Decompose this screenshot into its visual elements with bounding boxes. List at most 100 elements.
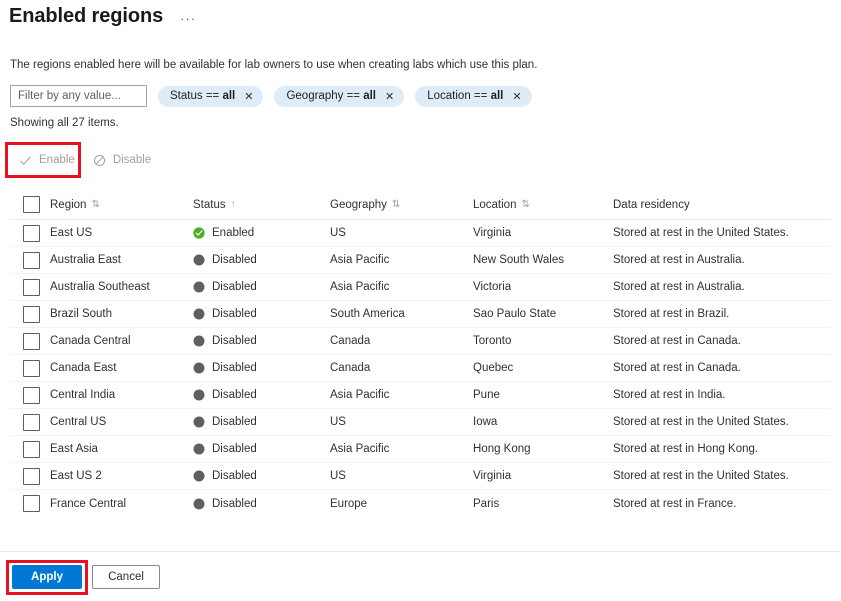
status-badge: Disabled — [212, 498, 257, 510]
row-select-cell — [10, 252, 50, 269]
table-row[interactable]: Central USDisabledUSIowaStored at rest i… — [10, 409, 831, 436]
cell-location: Paris — [473, 498, 613, 510]
cell-location: Quebec — [473, 362, 613, 374]
checkmark-icon — [19, 154, 32, 167]
cell-geography: Asia Pacific — [330, 281, 473, 293]
cell-location: Pune — [473, 389, 613, 401]
table-row[interactable]: East US 2DisabledUSVirginiaStored at res… — [10, 463, 831, 490]
cell-geography: Asia Pacific — [330, 389, 473, 401]
cancel-button[interactable]: Cancel — [92, 565, 160, 589]
cell-region: Canada Central — [50, 335, 193, 347]
status-badge: Disabled — [212, 362, 257, 374]
column-header-region-label: Region — [50, 199, 86, 211]
select-all-checkbox[interactable] — [23, 196, 40, 213]
filter-chip-geography[interactable]: Geography == all ✕ — [274, 86, 404, 107]
disabled-dot-icon — [193, 254, 205, 266]
cell-data-residency: Stored at rest in the United States. — [613, 416, 831, 428]
search-input[interactable] — [10, 85, 147, 107]
disabled-dot-icon — [193, 281, 205, 293]
disabled-dot-icon — [193, 308, 205, 320]
cell-geography: US — [330, 470, 473, 482]
cell-status: Disabled — [193, 389, 330, 401]
filter-chip-location-label: Location == all — [427, 90, 503, 102]
cell-region: Canada East — [50, 362, 193, 374]
column-header-data-residency[interactable]: Data residency — [613, 199, 831, 211]
disable-button[interactable]: Disable — [84, 148, 160, 172]
row-select-cell — [10, 468, 50, 485]
cell-location: Toronto — [473, 335, 613, 347]
cell-status: Disabled — [193, 308, 330, 320]
regions-table: Region ⇅ Status ↑ Geography ⇅ Location ⇅… — [10, 190, 831, 517]
cell-location: Virginia — [473, 227, 613, 239]
disabled-dot-icon — [193, 443, 205, 455]
filter-chip-location[interactable]: Location == all ✕ — [415, 86, 531, 107]
row-checkbox[interactable] — [23, 252, 40, 269]
column-header-location[interactable]: Location ⇅ — [473, 199, 613, 211]
cell-geography: Asia Pacific — [330, 254, 473, 266]
apply-button[interactable]: Apply — [12, 565, 82, 589]
table-header-row: Region ⇅ Status ↑ Geography ⇅ Location ⇅… — [10, 190, 831, 220]
cell-status: Disabled — [193, 335, 330, 347]
row-checkbox[interactable] — [23, 387, 40, 404]
row-checkbox[interactable] — [23, 495, 40, 512]
cell-region: East Asia — [50, 443, 193, 455]
cell-region: Central US — [50, 416, 193, 428]
table-row[interactable]: France CentralDisabledEuropeParisStored … — [10, 490, 831, 517]
table-row[interactable]: Canada EastDisabledCanadaQuebecStored at… — [10, 355, 831, 382]
row-checkbox[interactable] — [23, 306, 40, 323]
close-icon[interactable]: ✕ — [385, 91, 394, 102]
row-select-cell — [10, 360, 50, 377]
filter-chip-geography-label: Geography == all — [286, 90, 376, 102]
cell-data-residency: Stored at rest in Brazil. — [613, 308, 831, 320]
table-row[interactable]: Australia SoutheastDisabledAsia PacificV… — [10, 274, 831, 301]
row-select-cell — [10, 225, 50, 242]
cell-status: Disabled — [193, 362, 330, 374]
enabled-check-icon — [193, 227, 205, 239]
more-options-icon[interactable]: ··· — [177, 12, 199, 26]
item-count-text: Showing all 27 items. — [10, 117, 119, 129]
cell-region: Australia East — [50, 254, 193, 266]
row-checkbox[interactable] — [23, 360, 40, 377]
disabled-dot-icon — [193, 416, 205, 428]
status-badge: Disabled — [212, 254, 257, 266]
cell-status: Enabled — [193, 227, 330, 239]
table-row[interactable]: Central IndiaDisabledAsia PacificPuneSto… — [10, 382, 831, 409]
cell-data-residency: Stored at rest in Hong Kong. — [613, 443, 831, 455]
row-checkbox[interactable] — [23, 279, 40, 296]
cell-data-residency: Stored at rest in Canada. — [613, 335, 831, 347]
row-checkbox[interactable] — [23, 333, 40, 350]
column-header-geography[interactable]: Geography ⇅ — [330, 199, 473, 211]
cell-location: Victoria — [473, 281, 613, 293]
select-all-cell — [10, 196, 50, 213]
close-icon[interactable]: ✕ — [512, 91, 521, 102]
table-row[interactable]: Australia EastDisabledAsia PacificNew So… — [10, 247, 831, 274]
cell-status: Disabled — [193, 470, 330, 482]
block-icon — [93, 154, 106, 167]
row-checkbox[interactable] — [23, 441, 40, 458]
table-row[interactable]: East USEnabledUSVirginiaStored at rest i… — [10, 220, 831, 247]
status-badge: Disabled — [212, 470, 257, 482]
cell-status: Disabled — [193, 416, 330, 428]
disabled-dot-icon — [193, 498, 205, 510]
row-checkbox[interactable] — [23, 414, 40, 431]
row-checkbox[interactable] — [23, 225, 40, 242]
disabled-dot-icon — [193, 335, 205, 347]
cell-data-residency: Stored at rest in India. — [613, 389, 831, 401]
table-row[interactable]: Brazil SouthDisabledSouth AmericaSao Pau… — [10, 301, 831, 328]
footer-divider — [0, 551, 841, 552]
cell-location: Hong Kong — [473, 443, 613, 455]
row-checkbox[interactable] — [23, 468, 40, 485]
cell-status: Disabled — [193, 254, 330, 266]
column-header-region[interactable]: Region ⇅ — [50, 199, 193, 211]
column-header-geography-label: Geography — [330, 199, 387, 211]
table-row[interactable]: East AsiaDisabledAsia PacificHong KongSt… — [10, 436, 831, 463]
filter-chip-status-label: Status == all — [170, 90, 235, 102]
column-header-status[interactable]: Status ↑ — [193, 199, 330, 211]
status-badge: Disabled — [212, 389, 257, 401]
panel-description: The regions enabled here will be availab… — [10, 57, 537, 73]
close-icon[interactable]: ✕ — [244, 91, 253, 102]
table-row[interactable]: Canada CentralDisabledCanadaTorontoStore… — [10, 328, 831, 355]
row-select-cell — [10, 414, 50, 431]
filter-chip-status[interactable]: Status == all ✕ — [158, 86, 263, 107]
enable-button[interactable]: Enable — [10, 148, 84, 172]
